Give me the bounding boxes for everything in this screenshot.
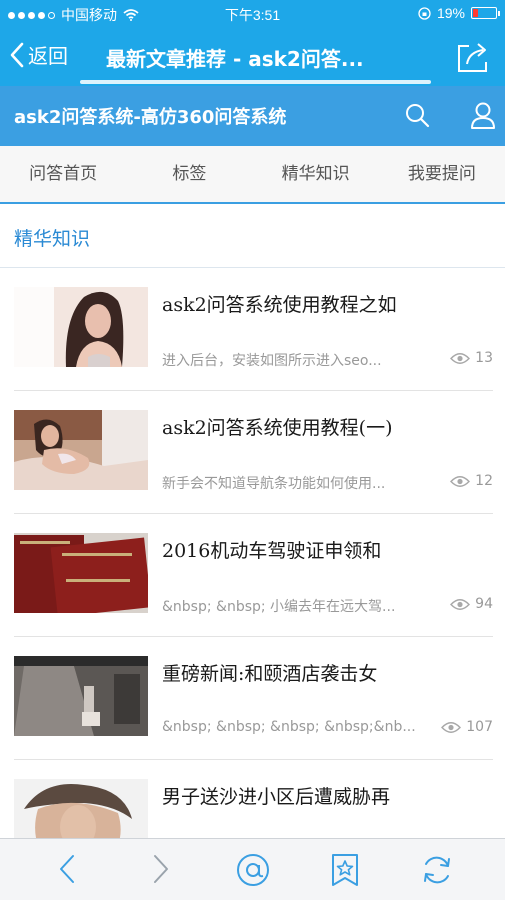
view-count: 107: [441, 719, 493, 735]
article-thumbnail: [14, 656, 148, 736]
back-chevron-icon: [10, 42, 24, 67]
woman-on-bed-photo: [14, 410, 148, 490]
article-title: 2016机动车驾驶证申领和: [162, 540, 382, 562]
eye-icon: [450, 352, 471, 364]
article-excerpt: &nbsp; &nbsp; 小编去年在远大驾...: [162, 599, 396, 615]
browser-forward-button[interactable]: [148, 853, 172, 889]
at-sign-icon: [237, 854, 269, 886]
view-count: 94: [450, 596, 493, 612]
page-load-progress: [80, 80, 431, 84]
article-list: ask2问答系统使用教程之如 进入后台，安装如图所示进入seo... 13 as…: [0, 268, 505, 838]
view-count: 13: [450, 350, 493, 366]
view-count: 12: [450, 473, 493, 489]
list-item[interactable]: 2016机动车驾驶证申领和 &nbsp; &nbsp; 小编去年在远大驾... …: [0, 514, 505, 637]
view-count-value: 94: [475, 596, 493, 612]
article-thumbnail: [14, 287, 148, 367]
list-item[interactable]: 重磅新闻:和颐酒店袭击女 &nbsp; &nbsp; &nbsp; &nbsp;…: [0, 637, 505, 760]
article-excerpt: &nbsp; &nbsp; &nbsp; &nbsp;&nb...: [162, 719, 416, 735]
browser-back-icon: [60, 855, 74, 883]
section-title: 精华知识: [14, 228, 91, 250]
menu-item-home[interactable]: 问答首页: [0, 146, 126, 202]
browser-forward-icon: [154, 855, 168, 883]
view-count-value: 107: [466, 719, 493, 735]
eye-icon: [450, 598, 471, 610]
article-thumbnail: [14, 779, 148, 838]
battery-percent: 19%: [436, 5, 465, 21]
bookmark-button[interactable]: [330, 853, 360, 891]
list-item[interactable]: ask2问答系统使用教程之如 进入后台，安装如图所示进入seo... 13: [0, 268, 505, 391]
article-thumbnail: [14, 533, 148, 613]
page-title: 最新文章推荐 - ask2问答...: [106, 47, 364, 71]
view-count-value: 12: [475, 473, 493, 489]
section-header: 精华知识: [0, 206, 505, 268]
article-title: ask2问答系统使用教程(一): [162, 417, 393, 439]
man-in-fur-hat-photo: [14, 779, 148, 838]
refresh-icon: [424, 856, 450, 884]
article-title: 重磅新闻:和颐酒店袭击女: [162, 663, 378, 685]
bookmark-star-icon: [332, 854, 358, 886]
back-button[interactable]: 返回: [10, 40, 68, 69]
refresh-button[interactable]: [421, 853, 453, 891]
share-icon: [458, 43, 487, 72]
article-excerpt: 新手会不知道导航条功能如何使用...: [162, 476, 386, 492]
site-header: ask2问答系统-高仿360问答系统: [0, 86, 505, 146]
article-title: 男子送沙进小区后遭威胁再: [162, 786, 391, 808]
search-button[interactable]: [404, 102, 430, 132]
browser-toolbar: [0, 838, 505, 900]
nav-bar: 返回 最新文章推荐 - ask2问答...: [0, 28, 505, 86]
search-icon: [406, 104, 430, 128]
site-title[interactable]: ask2问答系统-高仿360问答系统: [14, 103, 286, 129]
cctv-hallway-photo: [14, 656, 148, 736]
top-bar: 中国移动 下午3:51 19% 返回 最新文章推荐 - ask2问答...: [0, 0, 505, 86]
orientation-lock-icon: [418, 6, 431, 20]
driving-license-photo: [14, 533, 148, 613]
battery-icon: [471, 7, 500, 19]
list-item[interactable]: ask2问答系统使用教程(一) 新手会不知道导航条功能如何使用... 12: [0, 391, 505, 514]
menu-item-knowledge[interactable]: 精华知识: [253, 146, 379, 202]
article-title: ask2问答系统使用教程之如: [162, 294, 397, 316]
article-excerpt: 进入后台，安装如图所示进入seo...: [162, 353, 382, 369]
browser-back-button[interactable]: [56, 853, 80, 889]
share-button[interactable]: [455, 40, 491, 78]
view-count-value: 13: [475, 350, 493, 366]
menu-item-tags[interactable]: 标签: [126, 146, 252, 202]
back-label: 返回: [28, 44, 68, 68]
status-bar: 中国移动 下午3:51 19%: [0, 0, 505, 28]
user-button[interactable]: [470, 101, 496, 133]
article-thumbnail: [14, 410, 148, 490]
list-item[interactable]: 男子送沙进小区后遭威胁再: [0, 760, 505, 838]
mention-button[interactable]: [235, 853, 271, 891]
category-menu: 问答首页 标签 精华知识 我要提问: [0, 146, 505, 204]
user-icon: [471, 102, 495, 129]
eye-icon: [441, 721, 462, 733]
woman-portrait-photo: [14, 287, 148, 367]
eye-icon: [450, 475, 471, 487]
menu-item-ask[interactable]: 我要提问: [379, 146, 505, 202]
